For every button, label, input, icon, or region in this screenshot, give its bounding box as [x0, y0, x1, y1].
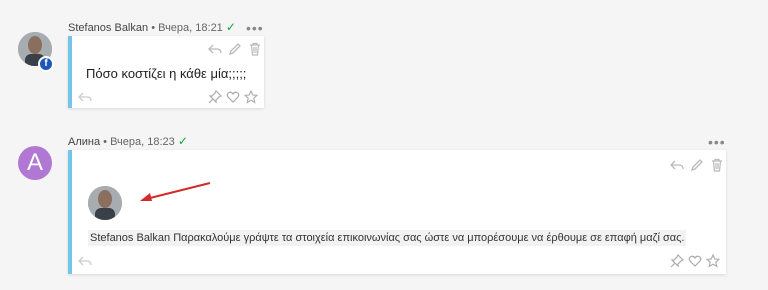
pin-icon[interactable] [208, 90, 222, 104]
more-options-icon[interactable]: ••• [708, 135, 726, 149]
reply-icon[interactable] [208, 42, 222, 56]
more-options-icon[interactable]: ••• [246, 21, 264, 35]
check-icon: ✓ [225, 20, 236, 34]
message-bubble: Πόσο κοστίζει η κάθε μία;;;;; [68, 36, 264, 108]
user-avatar-alina[interactable]: A [18, 146, 52, 180]
annotation-arrow-icon [140, 182, 211, 201]
message-text-line: Stefanos Balkan Παρακαλούμε γράψτε τα στ… [88, 230, 687, 246]
message-1: f Stefanos Balkan • Вчера, 18:21 ✓ ••• Π… [0, 0, 768, 120]
reply-small-icon[interactable] [78, 90, 92, 104]
author-name[interactable]: Алина [68, 136, 100, 148]
meta-separator: • [103, 136, 108, 148]
author-name[interactable]: Stefanos Balkan [68, 22, 148, 34]
delete-icon[interactable] [710, 158, 724, 172]
check-icon: ✓ [177, 134, 188, 148]
delete-icon[interactable] [248, 42, 262, 56]
message-meta: Stefanos Balkan • Вчера, 18:21 ✓ [68, 20, 236, 34]
meta-separator: • [151, 22, 156, 34]
avatar-photo-icon [88, 186, 122, 220]
reply-small-icon[interactable] [78, 254, 92, 268]
mentioned-user-avatar[interactable] [88, 186, 122, 220]
mention-name[interactable]: Stefanos Balkan [90, 232, 170, 244]
heart-icon[interactable] [226, 90, 240, 104]
facebook-icon: f [38, 56, 54, 72]
message-text: Πόσο κοστίζει η κάθε μία;;;;; [86, 66, 247, 81]
pin-icon[interactable] [670, 254, 684, 268]
message-bubble: Stefanos Balkan Παρακαλούμε γράψτε τα στ… [68, 150, 726, 274]
message-meta: Алина • Вчера, 18:23 ✓ [68, 134, 188, 148]
message-2: A Алина • Вчера, 18:23 ✓ ••• Stefanos Ba… [0, 126, 768, 290]
star-icon[interactable] [706, 254, 720, 268]
edit-icon[interactable] [690, 158, 704, 172]
timestamp: Вчера, 18:23 [110, 136, 175, 148]
star-icon[interactable] [244, 90, 258, 104]
reply-icon[interactable] [670, 158, 684, 172]
timestamp: Вчера, 18:21 [158, 22, 223, 34]
message-text: Παρακαλούμε γράψτε τα στοιχεία επικοινων… [173, 232, 685, 244]
edit-icon[interactable] [228, 42, 242, 56]
heart-icon[interactable] [688, 254, 702, 268]
